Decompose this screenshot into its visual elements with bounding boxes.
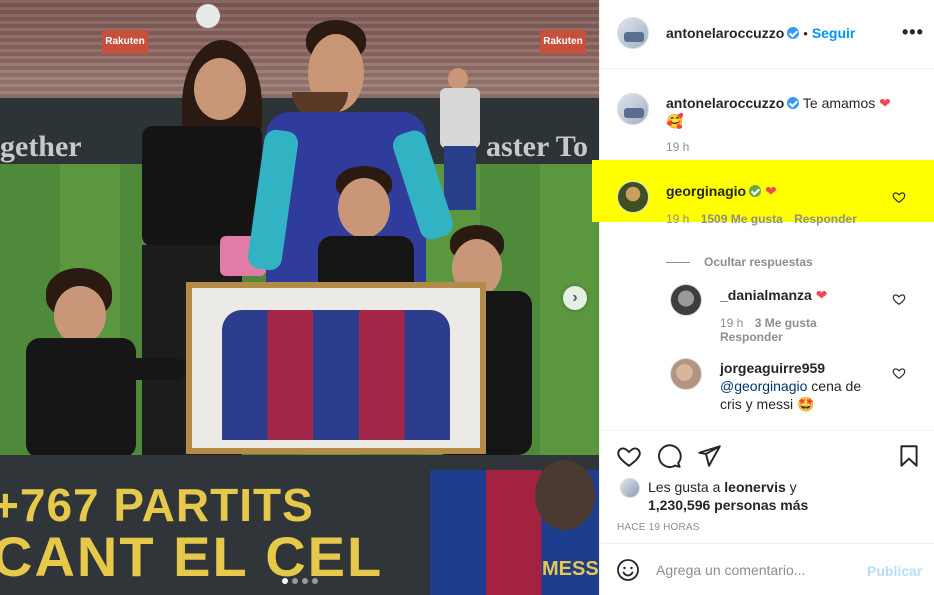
follow-button[interactable]: Seguir [812,25,856,41]
likes-conj: y [789,479,797,495]
jersey [222,310,450,440]
post-header: antonelaroccuzzo • Seguir ••• [600,0,934,69]
comment-likes[interactable]: 1509 Me gusta [701,212,783,226]
avatar[interactable] [617,93,649,125]
star-struck-emoji: 🤩 [797,396,815,412]
post-photo[interactable]: Rakuten Rakuten gether aster To +767 PAR… [0,0,599,595]
heart-icon[interactable] [616,443,642,469]
likes-user[interactable]: leonervis [724,479,785,495]
reply-username[interactable]: _danialmanza [720,287,812,303]
post-sidebar: antonelaroccuzzo • Seguir ••• antonelarocc… [592,0,934,595]
framed-jersey [186,282,486,454]
comment-input[interactable] [656,560,856,580]
caption-time: 19 h [666,140,690,154]
avatar[interactable] [617,17,649,49]
caption-username[interactable]: antonelaroccuzzo [666,95,784,111]
ad-board-text-left: gether [0,130,82,163]
verified-badge-icon [787,27,800,39]
more-icon[interactable]: ••• [902,22,924,43]
child-figure-left [26,268,186,458]
avatar[interactable] [670,358,702,390]
mention-link[interactable]: @georginagio [720,378,807,394]
reply-button[interactable]: Responder [720,330,783,344]
caption-text: Te amamos [802,95,876,111]
add-comment-bar: Publicar [600,543,934,595]
reply-username[interactable]: jorgeaguirre959 [720,360,825,376]
reply-text: ❤ [815,287,828,303]
banner-player-head [535,460,595,530]
carousel-dots [282,578,318,584]
heart-icon[interactable] [892,292,906,306]
reply: jorgeaguirre959 @georginagio cena de cri… [720,359,880,413]
chevron-right-icon: › [572,289,578,306]
reply-likes[interactable]: 3 Me gusta [755,316,817,330]
verified-badge-icon [787,97,800,109]
reply: _danialmanza ❤ 19 h 3 Me gusta Responder [720,286,900,344]
heart-emoji: ❤ [879,95,891,111]
comment: georginagio ❤ 19 h 1509 Me gusta Respond… [666,182,896,226]
banner-player-name: MESSI [542,558,599,580]
post-actions: Les gusta a leonervis y 1,230,596 person… [600,430,934,543]
comments-list: antonelaroccuzzo Te amamos ❤ 🥰 19 h geor… [592,70,934,430]
heart-icon[interactable] [892,366,906,380]
heart-icon[interactable] [892,190,906,204]
save-icon[interactable] [896,443,922,469]
comment-username[interactable]: georginagio [666,183,746,199]
stadium-sign: Rakuten [540,30,586,54]
smiling-face-emoji: 🥰 [666,113,684,129]
emoji-icon[interactable] [616,558,640,582]
ball [196,4,220,28]
avatar[interactable] [620,478,640,498]
carousel-dot [282,578,288,584]
reply-button[interactable]: Responder [794,212,857,226]
banner-text-line2: CANT EL CEL [0,525,384,588]
comment-icon[interactable] [656,443,682,469]
author-username[interactable]: antonelaroccuzzo [666,25,784,41]
carousel-dot [312,578,318,584]
hide-replies-label: Ocultar respuestas [704,255,813,269]
post-timestamp[interactable]: HACE 19 HORAS [617,522,700,533]
likes-count[interactable]: 1,230,596 personas más [648,497,808,513]
likes-summary: Les gusta a leonervis y 1,230,596 person… [620,478,808,514]
carousel-dot [292,578,298,584]
publish-button[interactable]: Publicar [867,563,922,579]
hide-replies-toggle[interactable]: Ocultar respuestas [666,254,813,269]
comment-time: 19 h [666,212,690,226]
separator: • [803,26,808,41]
ad-board-text-right: aster To [486,130,588,163]
carousel-dot [302,578,308,584]
caption: antonelaroccuzzo Te amamos ❤ 🥰 19 h [666,94,916,154]
share-icon[interactable] [696,443,722,469]
avatar[interactable] [617,181,649,213]
comment-text: ❤ [765,183,777,199]
likes-prefix: Les gusta a [648,479,721,495]
avatar[interactable] [670,284,702,316]
reply-time: 19 h [720,316,744,330]
verified-badge-icon [749,185,762,197]
next-photo-button[interactable]: › [563,286,587,310]
divider [666,262,690,264]
post-author: antonelaroccuzzo • Seguir [666,25,855,41]
